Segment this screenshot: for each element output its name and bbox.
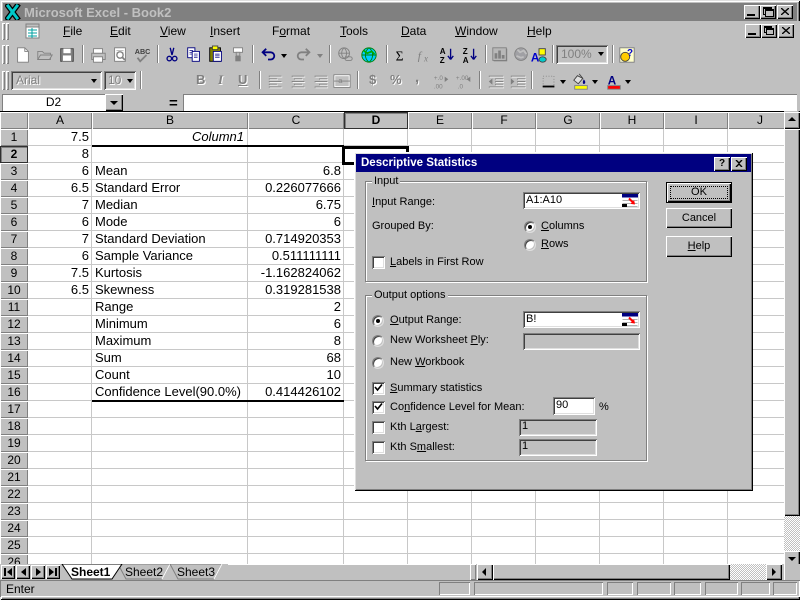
svg-text:+.0: +.0 (434, 75, 443, 82)
svg-text:+.00: +.00 (456, 75, 469, 82)
svg-text:Sheet2: Sheet2 (125, 565, 163, 579)
svg-text:Z: Z (440, 56, 445, 65)
svg-text:f: f (418, 50, 423, 63)
svg-text:.00: .00 (434, 83, 443, 90)
svg-text:?: ? (627, 48, 633, 59)
svg-text:ABC: ABC (135, 47, 151, 56)
svg-text:A: A (440, 47, 446, 56)
svg-text:.0: .0 (458, 83, 464, 90)
svg-text:Z: Z (463, 47, 468, 56)
svg-text:x: x (423, 53, 428, 63)
svg-text:Sheet3: Sheet3 (177, 565, 215, 579)
svg-text:Sheet1: Sheet1 (71, 565, 111, 579)
svg-text:Σ: Σ (396, 48, 404, 63)
svg-text:a: a (338, 76, 342, 85)
svg-text:A: A (463, 56, 469, 65)
